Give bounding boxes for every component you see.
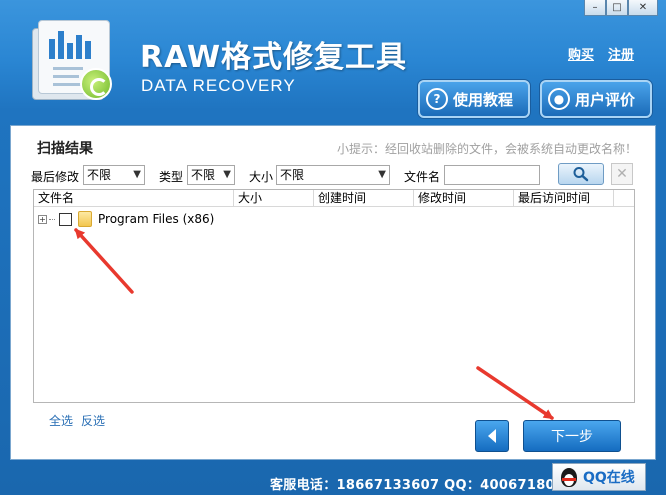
tutorial-button-label: 使用教程 — [453, 90, 514, 109]
back-button[interactable] — [475, 420, 509, 452]
qq-online-label: QQ在线 — [583, 470, 635, 486]
size-label: 大小 — [249, 170, 274, 184]
selection-links: 全选 反选 — [49, 412, 105, 429]
table-row[interactable]: + Program Files (x86) — [38, 210, 214, 228]
user-review-button[interactable]: ● 用户评价 — [540, 80, 652, 118]
folder-icon — [78, 211, 92, 227]
search-icon — [573, 167, 589, 182]
user-icon: ● — [548, 88, 570, 110]
tip-text: 小提示：经回收站删除的文件，会被系统自动更改名称！ — [336, 142, 637, 156]
column-created[interactable]: 创建时间 — [314, 190, 414, 207]
filter-bar: 最后修改 不限 ▼ 类型 不限 ▼ 大小 不限 ▼ 文件名 ✕ — [31, 163, 641, 186]
minimize-button[interactable]: – — [584, 0, 606, 16]
chevron-left-icon — [488, 429, 496, 443]
app-subtitle: DATA RECOVERY — [141, 76, 296, 95]
column-last-access[interactable]: 最后访问时间 — [514, 190, 614, 207]
expand-icon[interactable]: + — [38, 214, 47, 224]
register-link[interactable]: 注册 — [608, 44, 634, 63]
scan-results-title: 扫描结果 — [37, 141, 93, 157]
filename-input[interactable] — [444, 165, 540, 185]
user-review-button-label: 用户评价 — [575, 90, 636, 109]
qq-online-button[interactable]: QQ在线 — [552, 463, 646, 491]
search-button[interactable] — [558, 163, 604, 185]
service-contact: 客服电话：18667133607 QQ：4006718068 — [270, 478, 574, 493]
maximize-button[interactable]: □ — [606, 0, 628, 16]
header-links: 购买 注册 — [568, 44, 634, 63]
invert-selection-link[interactable]: 反选 — [81, 412, 105, 429]
app-logo-icon — [30, 20, 118, 102]
file-list-header: 文件名 大小 创建时间 修改时间 最后访问时间 — [34, 190, 634, 207]
scan-results-panel: 扫描结果 小提示：经回收站删除的文件，会被系统自动更改名称！ 最后修改 不限 ▼… — [10, 125, 656, 460]
footer: 客服电话：18667133607 QQ：4006718068 QQ在线 — [0, 462, 666, 495]
window-controls: – □ ✕ — [584, 0, 658, 16]
tutorial-button[interactable]: ? 使用教程 — [418, 80, 530, 118]
column-modified[interactable]: 修改时间 — [414, 190, 514, 207]
column-filename[interactable]: 文件名 — [34, 190, 234, 207]
app-title: RAW格式修复工具 — [140, 40, 408, 75]
last-modified-label: 最后修改 — [31, 170, 80, 184]
close-icon: ✕ — [616, 166, 628, 182]
type-select[interactable]: 不限 ▼ — [187, 165, 235, 185]
row-name: Program Files (x86) — [98, 212, 215, 226]
close-button[interactable]: ✕ — [628, 0, 658, 16]
chevron-down-icon: ▼ — [378, 169, 386, 180]
last-modified-select[interactable]: 不限 ▼ — [83, 165, 145, 185]
size-select[interactable]: 不限 ▼ — [276, 165, 390, 185]
chevron-down-icon: ▼ — [223, 169, 231, 180]
recover-arrow-icon — [80, 68, 112, 100]
qq-penguin-icon — [559, 466, 579, 488]
file-list: 文件名 大小 创建时间 修改时间 最后访问时间 + Program Files … — [33, 189, 635, 403]
select-all-link[interactable]: 全选 — [49, 412, 73, 429]
clear-button[interactable]: ✕ — [611, 163, 633, 185]
question-icon: ? — [426, 88, 448, 110]
next-button[interactable]: 下一步 — [523, 420, 621, 452]
filename-label: 文件名 — [404, 170, 441, 184]
row-checkbox[interactable] — [59, 212, 72, 226]
type-label: 类型 — [159, 170, 184, 184]
column-size[interactable]: 大小 — [234, 190, 314, 207]
buy-link[interactable]: 购买 — [568, 44, 594, 63]
app-window: – □ ✕ RAW格式修复工具 DATA RECOVERY 购买 注册 ? 使用… — [0, 0, 666, 495]
chevron-down-icon: ▼ — [133, 169, 141, 180]
